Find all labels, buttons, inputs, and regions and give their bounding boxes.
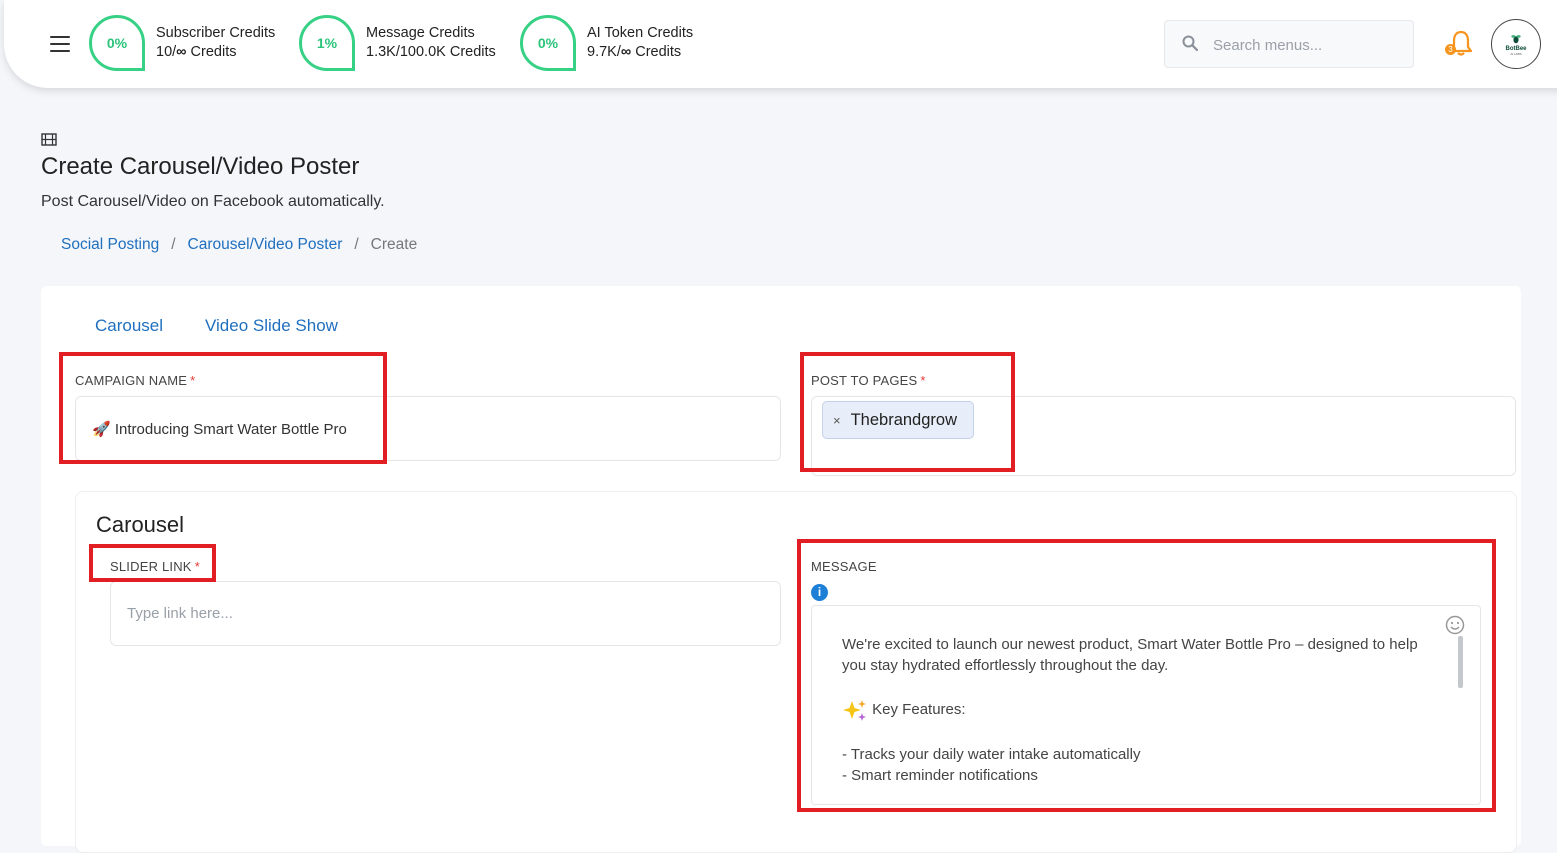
credit-percent-badge: 1%: [299, 15, 355, 71]
search-icon: [1182, 35, 1198, 51]
tag-label: Thebrandgrow: [850, 410, 957, 429]
post-to-pages-label: POST TO PAGES *: [811, 373, 926, 388]
campaign-name-label: CAMPAIGN NAME *: [75, 373, 196, 388]
notification-count-badge: 3: [1445, 44, 1456, 55]
menu-toggle-button[interactable]: [50, 36, 70, 52]
hamburger-icon: [50, 36, 70, 38]
sparkles-icon: [843, 700, 866, 721]
emoji-picker-icon[interactable]: [1445, 615, 1465, 635]
credit-label: Subscriber Credits: [156, 25, 276, 41]
breadcrumb: Social Posting / Carousel/Video Poster /…: [61, 236, 418, 254]
breadcrumb-current: Create: [370, 236, 418, 253]
message-label: MESSAGE: [811, 559, 877, 574]
notifications-button[interactable]: 3: [1445, 28, 1477, 60]
credit-percent-badge: 0%: [520, 15, 576, 71]
credit-label: AI Token Credits: [587, 25, 694, 41]
breadcrumb-carousel-video-poster[interactable]: Carousel/Video Poster: [188, 236, 343, 254]
infinity-icon: ∞: [176, 44, 187, 60]
infinity-icon: ∞: [620, 44, 632, 60]
user-avatar[interactable]: BotBee AI LABS: [1491, 19, 1541, 69]
campaign-name-input[interactable]: [75, 396, 781, 461]
info-icon[interactable]: i: [811, 584, 828, 601]
slider-link-input[interactable]: [110, 581, 781, 646]
credit-value: 10/∞ Credits: [156, 44, 237, 60]
bee-logo-icon: [1511, 34, 1521, 43]
remove-tag-icon[interactable]: ×: [833, 413, 841, 428]
film-icon: [41, 133, 57, 146]
message-textarea[interactable]: We're excited to launch our newest produ…: [811, 605, 1481, 805]
tab-video-slide-show[interactable]: Video Slide Show: [205, 316, 338, 336]
carousel-section-title: Carousel: [96, 512, 185, 537]
credit-percent-badge: 0%: [89, 15, 145, 71]
credit-label: Message Credits: [366, 25, 475, 41]
page-title: Create Carousel/Video Poster: [41, 153, 360, 180]
credit-value: 1.3K/100.0K Credits: [366, 44, 496, 60]
credit-value: 9.7K/∞ Credits: [587, 44, 682, 60]
page-subtitle: Post Carousel/Video on Facebook automati…: [41, 193, 385, 210]
breadcrumb-social-posting[interactable]: Social Posting: [61, 236, 159, 254]
message-content: We're excited to launch our newest produ…: [842, 636, 1418, 784]
message-scrollbar[interactable]: [1458, 636, 1463, 688]
tab-carousel[interactable]: Carousel: [95, 316, 163, 336]
slider-link-label: SLIDER LINK *: [110, 559, 200, 574]
search-input[interactable]: [1211, 31, 1405, 59]
selected-page-tag: × Thebrandgrow: [822, 401, 974, 439]
search-menus: [1164, 20, 1414, 68]
post-to-pages-select[interactable]: × Thebrandgrow: [811, 396, 1516, 476]
